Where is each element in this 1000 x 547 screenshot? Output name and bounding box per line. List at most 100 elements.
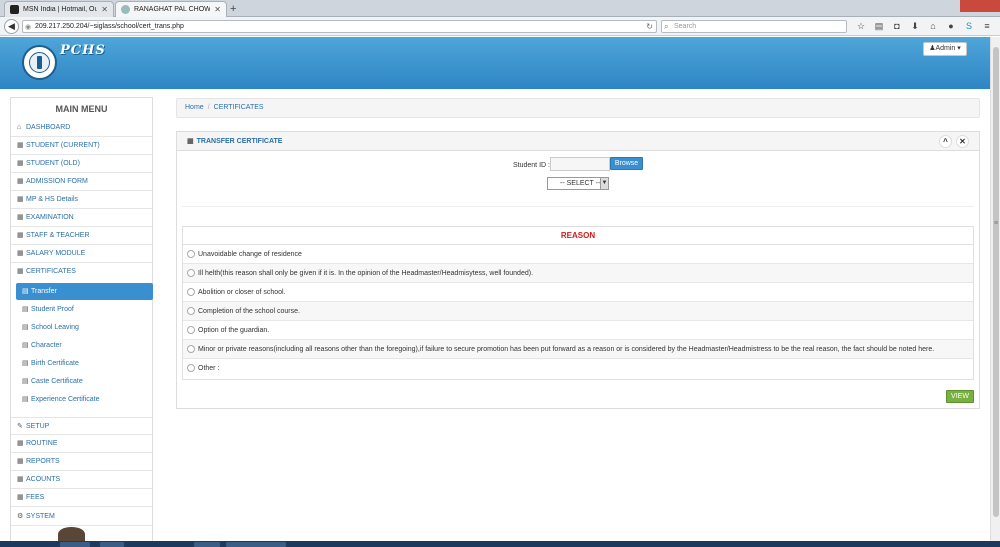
sidebar-item-student-current[interactable]: ▦ STUDENT (CURRENT) (11, 137, 152, 155)
reason-option[interactable]: Minor or private reasons(including all r… (183, 340, 973, 359)
sidebar-item-routine[interactable]: ▦ ROUTINE (11, 435, 152, 453)
sidebar-item-setup[interactable]: ✎ SETUP (11, 417, 152, 435)
bookmark-star-icon[interactable]: ☆ (852, 20, 870, 33)
msn-favicon-icon (10, 5, 19, 14)
sidebar-title: MAIN MENU (55, 104, 108, 114)
skype-icon[interactable]: S (960, 20, 978, 33)
sidebar-item-label: ACOUNTS (26, 476, 61, 483)
sidebar-item-reports[interactable]: ▦ REPORTS (11, 453, 152, 471)
sidebar-subitem-caste-certificate[interactable]: ▤ Caste Certificate (16, 373, 153, 390)
url-text: 209.217.250.204/~siglass/school/cert_tra… (35, 23, 184, 30)
back-button[interactable]: ◀ (4, 19, 19, 34)
sidebar-item-admission-form[interactable]: ▦ ADMISSION FORM (11, 173, 152, 191)
reason-radio[interactable] (187, 269, 195, 277)
grid-icon: ▦ (17, 440, 24, 447)
admin-menu-button[interactable]: ♟Admin ▾ (923, 42, 967, 56)
reload-icon[interactable]: ↻ (646, 21, 653, 32)
close-tab-icon[interactable]: ✕ (101, 5, 108, 14)
sidebar-subitem-label: Caste Certificate (31, 378, 83, 385)
taskbar-app[interactable] (226, 542, 286, 547)
sidebar-subitem-label: Birth Certificate (31, 360, 79, 367)
sidebar-item-dashboard[interactable]: ⌂ DASHBOARD (11, 119, 152, 137)
reason-option[interactable]: Option of the guardian. (183, 321, 973, 340)
sidebar-subitem-label: School Leaving (31, 324, 79, 331)
reason-radio[interactable] (187, 307, 195, 315)
reading-list-icon[interactable]: ▤ (870, 20, 888, 33)
browse-button[interactable]: Browse (610, 157, 643, 170)
mascot-image (58, 527, 85, 541)
sidebar-item-label: MP & HS Details (26, 196, 78, 203)
home-icon: ⌂ (17, 124, 22, 131)
os-taskbar (0, 541, 1000, 547)
download-icon[interactable]: ⬇ (906, 20, 924, 33)
student-select[interactable]: -- SELECT -- ▼ (547, 177, 609, 190)
sidebar-item-student-old[interactable]: ▦ STUDENT (OLD) (11, 155, 152, 173)
home-icon[interactable]: ⌂ (924, 20, 942, 33)
reason-radio[interactable] (187, 345, 195, 353)
reason-radio[interactable] (187, 250, 195, 258)
panel-header: ▦ TRANSFER CERTIFICATE (177, 132, 979, 151)
taskbar-app[interactable] (60, 542, 90, 547)
sidebar-item-label: FEES (26, 494, 45, 501)
sidebar-item-system[interactable]: ⚙ SYSTEM (11, 508, 152, 526)
reason-radio[interactable] (187, 364, 195, 372)
close-tab-icon[interactable]: ✕ (214, 5, 221, 14)
sidebar-item-certificates[interactable]: ▦ CERTIFICATES (11, 263, 152, 281)
browser-tab-msn[interactable]: MSN India | Hotmail, Outlo... ✕ (4, 1, 114, 17)
reason-text: Unavoidable change of residence (198, 251, 302, 258)
breadcrumb-home-link[interactable]: Home (185, 104, 204, 111)
sidebar-item-fees[interactable]: ▦ FEES (11, 489, 152, 507)
reason-heading: REASON (183, 227, 973, 245)
browser-tab-ranaghat[interactable]: RANAGHAT PAL CHOWD... ✕ (115, 1, 227, 17)
grid-icon: ▦ (17, 268, 24, 275)
document-icon: ▤ (22, 342, 29, 349)
reason-radio[interactable] (187, 288, 195, 296)
sidebar-subitem-label: Student Proof (31, 306, 74, 313)
reason-radio[interactable] (187, 326, 195, 334)
taskbar-app[interactable] (100, 542, 124, 547)
pocket-icon[interactable]: ◘ (888, 20, 906, 33)
reason-option[interactable]: Completion of the school course. (183, 302, 973, 321)
sidebar-subitem-school-leaving[interactable]: ▤ School Leaving (16, 319, 153, 336)
sidebar-subitem-student-proof[interactable]: ▤ Student Proof (16, 301, 153, 318)
document-icon: ▤ (22, 360, 29, 367)
sidebar-subitem-birth-certificate[interactable]: ▤ Birth Certificate (16, 355, 153, 372)
new-tab-button[interactable]: + (230, 3, 236, 15)
reason-text: Option of the guardian. (198, 327, 270, 334)
view-button[interactable]: VIEW (946, 390, 974, 403)
close-panel-button[interactable]: ✕ (956, 135, 969, 148)
menu-icon[interactable]: ≡ (978, 20, 996, 33)
taskbar-app[interactable] (194, 542, 220, 547)
tab-title: RANAGHAT PAL CHOWD... (134, 6, 211, 13)
sidebar-item-label: REPORTS (26, 458, 60, 465)
breadcrumb-current[interactable]: CERTIFICATES (214, 104, 264, 111)
sidebar-subitem-transfer[interactable]: ▤ Transfer (16, 283, 153, 300)
reason-option[interactable]: Unavoidable change of residence (183, 245, 973, 264)
collapse-panel-button[interactable]: ^ (939, 135, 952, 148)
chevron-down-icon: ▼ (600, 178, 608, 189)
sidebar-item-salary-module[interactable]: ▦ SALARY MODULE (11, 245, 152, 263)
sidebar-item-accounts[interactable]: ▦ ACOUNTS (11, 471, 152, 489)
reason-option[interactable]: Abolition or closer of school. (183, 283, 973, 302)
sidebar-item-staff-teacher[interactable]: ▦ STAFF & TEACHER (11, 227, 152, 245)
document-icon: ▤ (22, 378, 29, 385)
reason-text: Completion of the school course. (198, 308, 300, 315)
search-input[interactable]: ⌕ Search (661, 20, 847, 33)
scrollbar-thumb[interactable] (993, 47, 999, 517)
sidebar-subitem-character[interactable]: ▤ Character (16, 337, 153, 354)
reason-option[interactable]: Other : (183, 359, 973, 378)
grid-icon: ▦ (17, 476, 24, 483)
school-logo (22, 45, 57, 80)
sidebar-subitem-label: Transfer (31, 288, 57, 295)
reason-text: Abolition or closer of school. (198, 289, 286, 296)
sidebar-subitem-experience-certificate[interactable]: ▤ Experience Certificate (16, 391, 153, 408)
window-close-button[interactable] (960, 0, 1000, 12)
sidebar-item-examination[interactable]: ▦ EXAMINATION (11, 209, 152, 227)
page-scrollbar[interactable]: ≡ (990, 37, 1000, 541)
student-id-input[interactable] (550, 157, 610, 171)
sidebar-item-mp-hs-details[interactable]: ▦ MP & HS Details (11, 191, 152, 209)
address-bar[interactable]: ◉ 209.217.250.204/~siglass/school/cert_t… (22, 20, 657, 33)
chat-icon[interactable]: ● (942, 20, 960, 33)
reason-option[interactable]: Ill helth(this reason shall only be give… (183, 264, 973, 283)
reason-table: REASON Unavoidable change of residence I… (182, 226, 974, 380)
